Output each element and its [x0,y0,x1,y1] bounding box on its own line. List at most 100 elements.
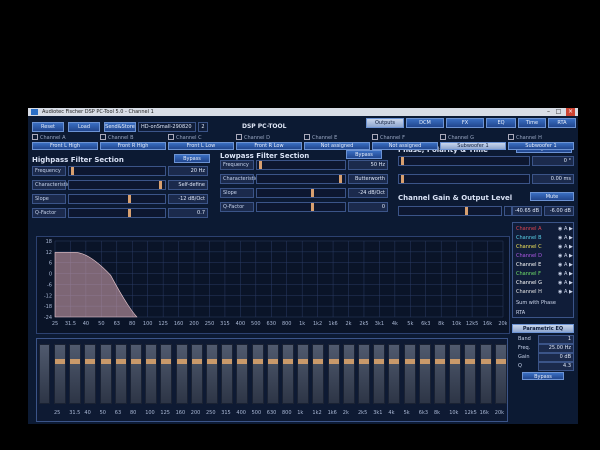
load-button[interactable]: Load [68,122,100,132]
eq-band-fader-26[interactable] [434,344,446,404]
hp-qfactor-value[interactable]: 0.7 [168,208,208,218]
output-level-value[interactable]: -6.00 dB [544,206,574,216]
frequency-response-graph[interactable]: 25 31.5 40 50 63 80 100 125 160 200 250 315 400 500 63… [36,236,510,334]
channel-checkbox-e[interactable]: Channel E [304,134,337,141]
channel-checkbox-a[interactable]: Channel A [32,134,66,141]
tab-outputs[interactable]: Outputs [366,118,404,128]
slider-knob[interactable] [127,195,131,203]
phase-degree-value[interactable]: 0 ° [532,156,574,166]
eq-band-fader-1[interactable] [54,344,66,404]
tab-dcm[interactable]: DCM [406,118,444,128]
eq-band-fader-24[interactable] [403,344,416,404]
hp-slope-slider[interactable] [68,194,166,204]
channel-toggle-icon[interactable]: ◉ A ▶ [558,271,573,277]
channel-toggle-icon[interactable]: ◉ A ▶ [558,244,573,250]
channel-visibility-e[interactable]: Channel E [516,262,541,268]
slider-knob[interactable] [311,189,314,197]
tab-rta[interactable]: RTA [548,118,576,128]
output-button-6[interactable]: Not assigned [372,142,438,150]
fader-cap[interactable] [267,359,278,364]
channel-checkbox-c[interactable]: Channel C [168,134,202,141]
fader-cap[interactable] [419,359,430,364]
slider-knob[interactable] [159,181,162,189]
hp-frequency-value[interactable]: 20 Hz [168,166,208,176]
eq-band-fader-18[interactable] [312,344,325,404]
fader-cap[interactable] [70,359,81,364]
peq-freq-value[interactable]: 25.00 Hz [538,344,574,353]
channel-toggle-icon[interactable]: ◉ A ▶ [558,235,573,241]
eq-band-fader-20[interactable] [342,344,355,404]
slider-knob[interactable] [71,167,74,175]
eq-band-fader-14[interactable] [251,344,264,404]
eq-band-fader-27[interactable] [449,344,462,404]
channel-checkbox-b[interactable]: Channel B [100,134,134,141]
eq-band-fader-2[interactable] [69,344,82,404]
fader-cap[interactable] [465,359,476,364]
lp-frequency-value[interactable]: 50 Hz [348,160,388,170]
fader-cap[interactable] [176,359,187,364]
minimize-icon[interactable]: – [544,108,553,116]
hp-frequency-slider[interactable] [68,166,166,176]
lp-characteristic-value[interactable]: Butterworth [348,174,388,184]
lp-frequency-slider[interactable] [256,160,346,170]
fader-cap[interactable] [283,359,293,364]
mute-button[interactable]: Mute [530,192,574,201]
eq-band-fader-29[interactable] [479,344,492,404]
peq-bypass-button[interactable]: Bypass [522,372,564,380]
eq-band-fader-5[interactable] [114,344,127,404]
hp-slope-value[interactable]: -12 dB/Oct [168,194,208,204]
eq-band-fader-3[interactable] [84,344,97,404]
eq-band-fader-12[interactable] [221,344,234,404]
gain-value[interactable]: -40.65 dB [512,206,542,216]
eq-band-fader-19[interactable] [327,344,340,404]
hp-characteristic-slider[interactable] [68,180,166,190]
preset-name-field[interactable]: HD-onSmall-290820 [138,122,196,132]
time-slider[interactable] [398,174,530,184]
eq-band-fader-17[interactable] [297,344,310,404]
reset-button[interactable]: Reset [32,122,64,132]
eq-band-fader-30[interactable] [494,344,507,404]
fader-cap[interactable] [85,359,96,364]
channel-toggle-icon[interactable]: ◉ A ▶ [558,289,573,295]
gain-spinner[interactable] [504,206,512,216]
channel-visibility-g[interactable]: Channel G [516,280,542,286]
slider-knob[interactable] [339,175,342,183]
fader-cap[interactable] [115,359,126,364]
channel-checkbox-f[interactable]: Channel F [372,134,405,141]
eq-band-fader-8[interactable] [160,344,173,404]
lp-characteristic-slider[interactable] [256,174,346,184]
fader-cap[interactable] [191,359,202,364]
channel-toggle-icon[interactable]: ◉ A ▶ [558,226,573,232]
time-ms-value[interactable]: 0.00 ms [532,174,574,184]
channel-checkbox-g[interactable]: Channel G [440,134,474,141]
maximize-icon[interactable]: □ [554,108,563,116]
fader-cap[interactable] [55,359,65,364]
peq-band-value[interactable]: 1 [538,335,574,344]
fader-cap[interactable] [450,359,461,364]
output-button-8[interactable]: Subwoofer 1 [508,142,574,150]
hp-qfactor-slider[interactable] [68,208,166,218]
fader-cap[interactable] [100,359,111,364]
fader-cap[interactable] [161,359,172,364]
eq-band-fader-25[interactable] [418,344,431,404]
fader-cap[interactable] [389,359,400,364]
fader-cap[interactable] [313,359,324,364]
slider-knob[interactable] [259,161,262,169]
channel-checkbox-h[interactable]: Channel H [508,134,542,141]
output-button-2[interactable]: Front R High [100,142,166,150]
fader-cap[interactable] [222,359,233,364]
channel-visibility-d[interactable]: Channel D [516,253,542,259]
eq-band-fader-21[interactable] [358,344,370,404]
preset-number-field[interactable]: 2 [198,122,208,132]
output-button-4[interactable]: Front R Low [236,142,302,150]
lp-slope-slider[interactable] [256,188,346,198]
eq-band-fader-6[interactable] [130,344,142,404]
fader-cap[interactable] [343,359,354,364]
lp-slope-value[interactable]: -24 dB/Oct [348,188,388,198]
channel-toggle-icon[interactable]: ◉ A ▶ [558,262,573,268]
fader-cap[interactable] [495,359,506,364]
output-button-5[interactable]: Not assigned [304,142,370,150]
fader-cap[interactable] [298,359,309,364]
output-button-7[interactable]: Subwoofer 1 [440,142,506,150]
slider-knob[interactable] [127,209,131,217]
